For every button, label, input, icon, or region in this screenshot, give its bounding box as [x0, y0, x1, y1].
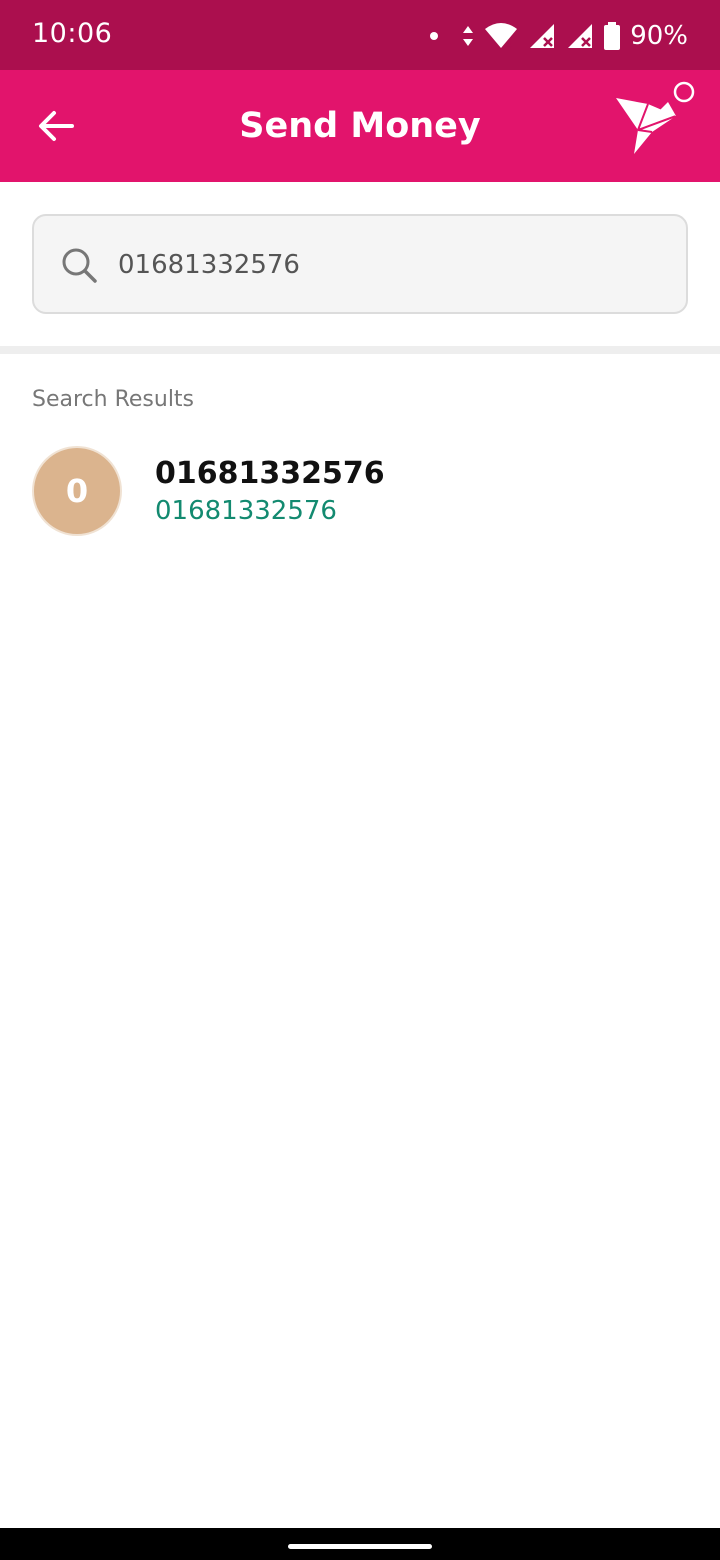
app-bar: Send Money — [0, 70, 720, 182]
search-box[interactable] — [32, 214, 688, 314]
battery-icon — [604, 22, 621, 50]
contact-number: 01681332576 — [155, 496, 337, 526]
cell-signal-icon — [530, 24, 555, 48]
cell-signal-icon — [568, 24, 593, 48]
bird-logo-icon — [616, 81, 695, 154]
list-item[interactable]: 0 01681332576 01681332576 — [0, 440, 720, 544]
search-icon — [62, 248, 97, 283]
search-results-label: Search Results — [32, 387, 195, 412]
battery-percent: 90% — [630, 21, 688, 51]
notification-dot-icon — [430, 32, 439, 40]
status-time: 10:06 — [32, 18, 113, 49]
status-icons: 4 90% — [430, 18, 688, 54]
wifi-icon: 4 — [485, 23, 518, 50]
avatar: 0 — [32, 446, 122, 536]
status-bar: 10:06 4 90% — [0, 0, 720, 70]
section-divider — [0, 346, 720, 354]
data-arrows-icon — [463, 26, 474, 46]
contact-name: 01681332576 — [155, 456, 385, 491]
send-money-screen: 10:06 4 90% Send Money 01681332576 Searc… — [0, 0, 720, 1560]
svg-text:4: 4 — [506, 40, 512, 50]
home-indicator[interactable] — [288, 1544, 432, 1549]
navigation-bar — [0, 1528, 720, 1560]
search-input[interactable] — [118, 240, 658, 290]
